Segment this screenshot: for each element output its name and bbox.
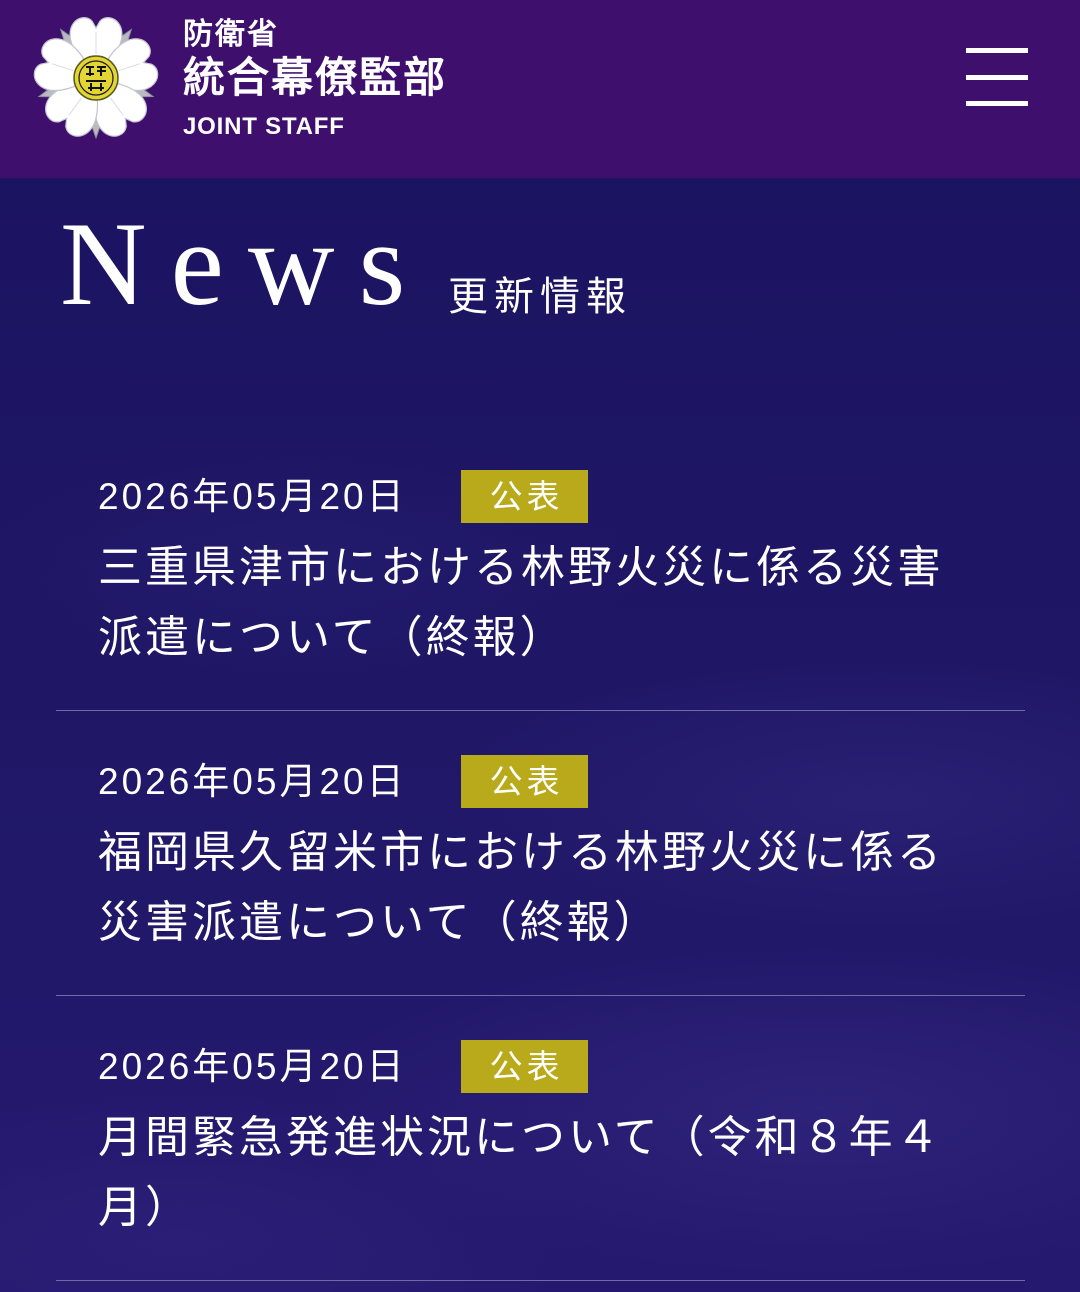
news-item[interactable]: 2026年05月20日 公表 三重県津市における林野火災に係る災害派遣について（… (56, 470, 1025, 711)
news-meta: 2026年05月20日 公表 (98, 470, 1025, 523)
news-date: 2026年05月20日 (98, 1046, 407, 1087)
news-title[interactable]: 月間緊急発進状況について（令和８年４月） (98, 1103, 968, 1243)
site-header: 防衛省 統合幕僚監部 JOINT STAFF (0, 0, 1080, 178)
organization-name: 統合幕僚監部 (183, 53, 448, 102)
news-item[interactable]: 2026年05月20日 公表 月間緊急発進状況について（令和８年４月） (56, 996, 1025, 1281)
hamburger-line (966, 48, 1028, 53)
news-title[interactable]: 福岡県久留米市における林野火災に係る災害派遣について（終報） (98, 818, 968, 958)
hamburger-line (966, 101, 1028, 106)
category-badge: 公表 (461, 755, 588, 808)
menu-button[interactable] (962, 44, 1032, 110)
news-subheading: 更新情報 (448, 274, 632, 320)
news-date: 2026年05月20日 (98, 761, 407, 802)
news-meta: 2026年05月20日 公表 (98, 755, 1025, 808)
hamburger-menu-icon (966, 48, 1028, 106)
news-list: 2026年05月20日 公表 三重県津市における林野火災に係る災害派遣について（… (56, 470, 1025, 1281)
ministry-name: 防衛省 (183, 17, 279, 52)
news-title[interactable]: 三重県津市における林野火災に係る災害派遣について（終報） (98, 533, 968, 673)
news-meta: 2026年05月20日 公表 (98, 1040, 1025, 1093)
news-section: News 更新情報 2026年05月20日 公表 三重県津市における林野火災に係… (0, 178, 1080, 1292)
sakura-emblem-icon (33, 17, 159, 140)
home-logo-link[interactable]: 防衛省 統合幕僚監部 JOINT STAFF (30, 14, 460, 146)
news-date: 2026年05月20日 (98, 476, 407, 517)
category-badge: 公表 (461, 470, 588, 523)
organization-name-en: JOINT STAFF (183, 113, 345, 140)
category-badge: 公表 (461, 1040, 588, 1093)
news-heading: News (60, 197, 430, 330)
news-item[interactable]: 2026年05月20日 公表 福岡県久留米市における林野火災に係る災害派遣につい… (56, 711, 1025, 996)
hamburger-line (966, 75, 1028, 80)
